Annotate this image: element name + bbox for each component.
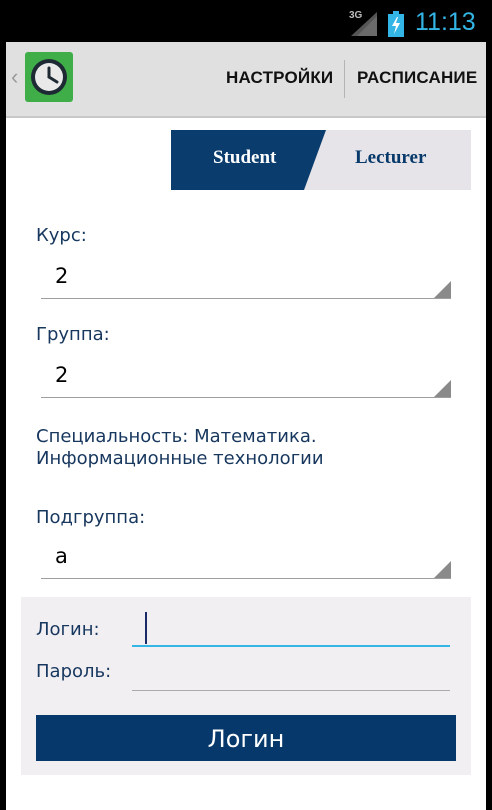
specialty-line-1: Специальность: Математика. xyxy=(36,426,317,447)
student-tab[interactable]: Student xyxy=(213,147,276,169)
app-window: ‹ НАСТРОЙКИ РАСПИСАНИЕ Student Lecturer … xyxy=(6,42,486,810)
dropdown-triangle-icon xyxy=(434,380,451,397)
group-label: Группа: xyxy=(36,324,110,345)
specialty-text: Специальность: Математика. Информационны… xyxy=(36,426,456,470)
subgroup-spinner[interactable]: a xyxy=(41,542,451,579)
dropdown-triangle-icon xyxy=(434,281,451,298)
subgroup-value: a xyxy=(55,544,68,568)
dropdown-triangle-icon xyxy=(434,561,451,578)
battery-charging-icon xyxy=(388,11,404,37)
login-input[interactable] xyxy=(132,617,450,647)
course-spinner[interactable]: 2 xyxy=(41,262,451,299)
role-toggle: Student Lecturer xyxy=(171,130,471,190)
course-value: 2 xyxy=(55,264,69,288)
signal-icon xyxy=(351,12,377,36)
specialty-line-2: Информационные технологии xyxy=(36,448,324,469)
course-label: Курс: xyxy=(36,225,87,246)
subgroup-label: Подгруппа: xyxy=(36,507,146,528)
clock-icon[interactable] xyxy=(25,52,73,102)
password-input[interactable] xyxy=(132,661,450,691)
password-label: Пароль: xyxy=(36,661,112,682)
status-bar: 3G 11:13 xyxy=(0,0,492,42)
group-value: 2 xyxy=(55,363,69,387)
clock-time: 11:13 xyxy=(415,8,476,36)
settings-menu-item[interactable]: НАСТРОЙКИ xyxy=(226,68,333,88)
lecturer-tab[interactable]: Lecturer xyxy=(355,147,426,169)
schedule-menu-item[interactable]: РАСПИСАНИЕ xyxy=(357,68,477,88)
action-bar-divider xyxy=(344,60,345,98)
login-panel: Логин: Пароль: Логин xyxy=(21,597,471,775)
login-button[interactable]: Логин xyxy=(36,715,456,761)
chevron-left-icon[interactable]: ‹ xyxy=(11,64,18,90)
action-bar: ‹ НАСТРОЙКИ РАСПИСАНИЕ xyxy=(6,42,486,118)
group-spinner[interactable]: 2 xyxy=(41,361,451,398)
text-cursor xyxy=(145,612,147,644)
login-label: Логин: xyxy=(36,619,100,640)
